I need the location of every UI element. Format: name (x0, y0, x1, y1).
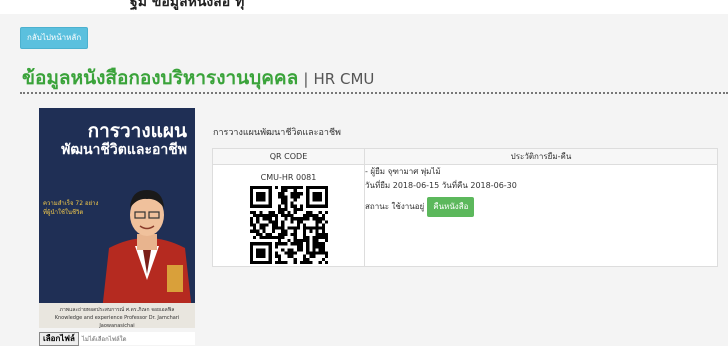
cover-note: ความสำเร็จ 72 อย่าง ที่ผู้นำใช้ในชีวิต (43, 200, 99, 216)
top-partial-text: ฐม ข้อมูลหนังสือ ทุ (130, 0, 245, 10)
file-status: ไม่ได้เลือกไฟล์ใด (81, 336, 127, 343)
author-portrait-icon (101, 190, 193, 320)
qr-code-number: CMU-HR 0081 (260, 173, 317, 182)
page-title: ข้อมูลหนังสือกองบริหารงานบุคคล | HR CMU (22, 63, 374, 93)
borrow-history: - ผู้ยืม จุฑามาศ พุ่มไม้ วันที่ยืม 2018-… (364, 164, 718, 267)
page-title-thai: ข้อมูลหนังสือกองบริหารงานบุคคล (22, 67, 299, 89)
book-cover-image: การวางแผน พัฒนาชีวิตและอาชีพ ความสำเร็จ … (39, 108, 195, 328)
borrow-dates: วันที่ยืม 2018-06-15 วันที่คืน 2018-06-3… (365, 181, 517, 190)
status-row: สถานะ ใช้งานอยู่ คืนหนังสือ (365, 197, 717, 217)
page-title-en: HR CMU (313, 70, 375, 88)
dotted-divider (20, 92, 728, 94)
cover-title-line2: พัฒนาชีวิตและอาชีพ (61, 142, 187, 158)
choose-file-button[interactable]: เลือกไฟล์ (39, 332, 79, 346)
return-book-button[interactable]: คืนหนังสือ (427, 197, 475, 217)
qr-cell: CMU-HR 0081 (212, 164, 365, 267)
top-strip: ฐม ข้อมูลหนังสือ ทุ (0, 0, 728, 14)
back-to-home-button[interactable]: กลับไปหน้าหลัก (20, 27, 89, 49)
file-upload: เลือกไฟล์ ไม่ได้เลือกไฟล์ใด (39, 332, 195, 346)
book-title: การวางแผนพัฒนาชีวิตและอาชีพ (213, 128, 341, 138)
book-info-table: QR CODE ประวัติการยืม-คืน CMU-HR 0081 - … (212, 148, 718, 267)
qr-code-icon (249, 186, 328, 264)
title-separator: | (303, 70, 309, 88)
cover-footer: ภาพและถ่ายทอดประสบการณ์ ศ.ดร.ภิเษก จอยเอ… (39, 303, 195, 328)
history-header: ประวัติการยืม-คืน (364, 148, 718, 165)
borrower-name: - ผู้ยืม จุฑามาศ พุ่มไม้ (365, 167, 441, 176)
qr-code-header: QR CODE (212, 148, 365, 165)
status-text: สถานะ ใช้งานอยู่ (365, 202, 425, 211)
